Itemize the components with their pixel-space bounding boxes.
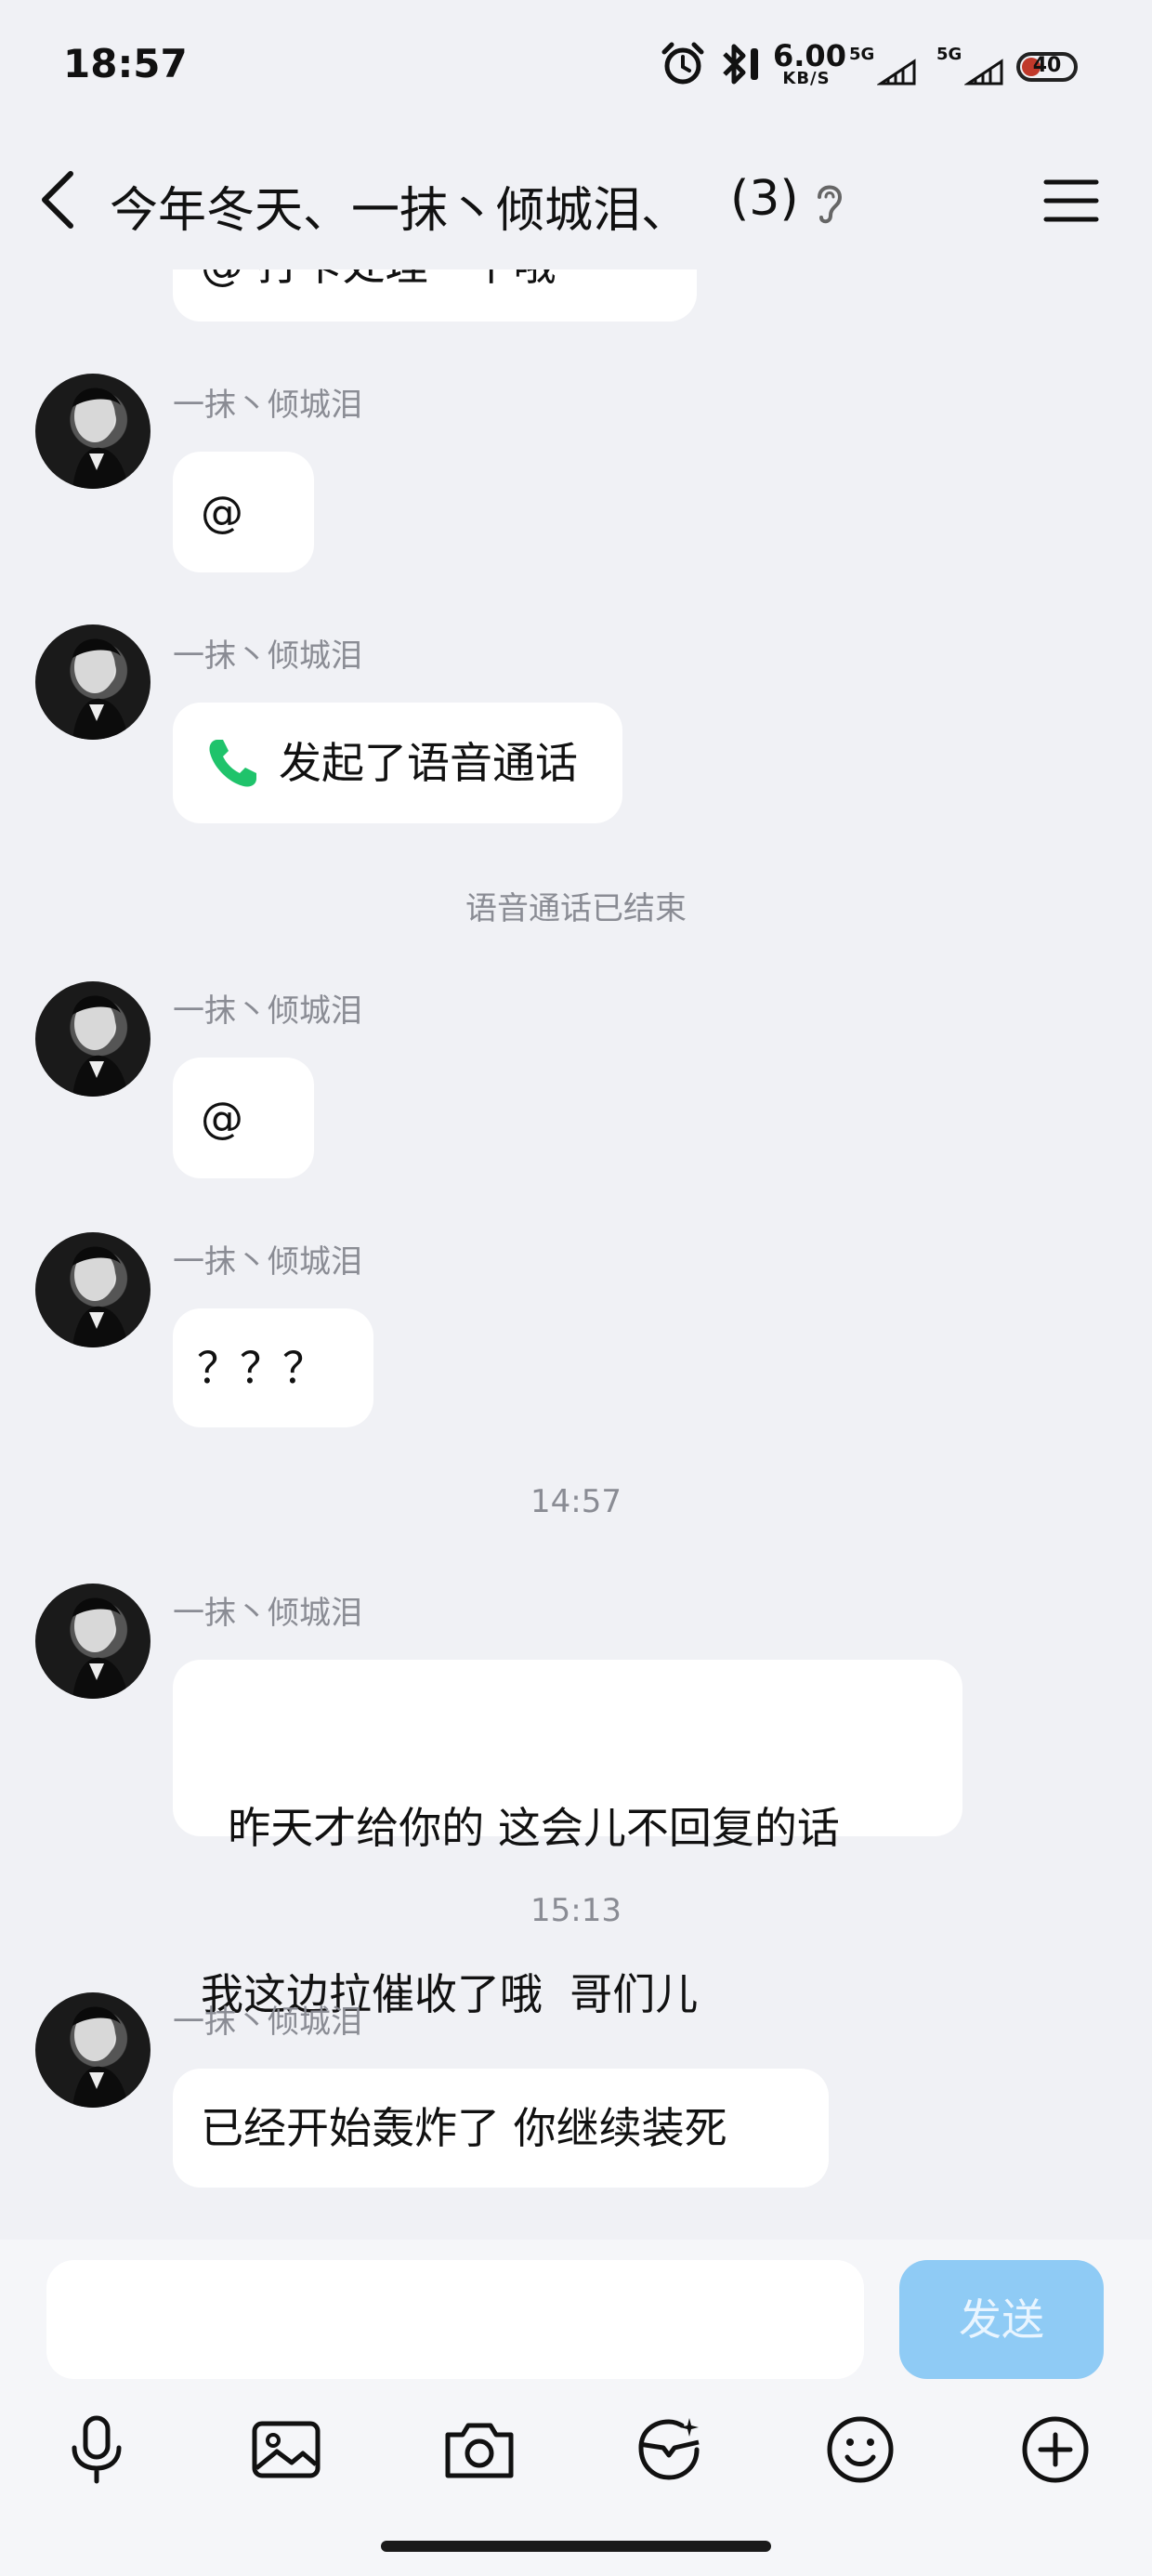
message-text: 已经开始轰炸了 你继续装死 — [201, 2103, 727, 2153]
message-bubble[interactable]: @ — [173, 452, 314, 572]
member-count: (3) — [730, 171, 799, 227]
message-text: @ — [201, 487, 243, 537]
status-bar: 18:57 6.00 KB/S 5G 5G 40 — [0, 0, 1152, 130]
bluetooth-icon — [723, 44, 758, 85]
sender-name: 一抹丶倾城泪 — [173, 992, 362, 1030]
message-text-line: 昨天才给你的 这会儿不回复的话 — [201, 1802, 840, 1853]
avatar[interactable] — [35, 374, 151, 489]
message-bubble[interactable]: 已经开始轰炸了 你继续装死 — [173, 2069, 829, 2188]
status-time: 18:57 — [63, 41, 188, 86]
home-indicator[interactable] — [381, 2541, 771, 2552]
battery-icon: 40 — [1016, 52, 1078, 82]
signal1-label: 5G — [849, 45, 875, 64]
phone-icon — [209, 740, 256, 787]
sender-name: 一抹丶倾城泪 — [173, 637, 362, 675]
camera-icon[interactable] — [442, 2412, 517, 2487]
message-bubble-clipped[interactable]: @ 打卡处理一下哦 — [173, 269, 697, 322]
signal2-label: 5G — [936, 45, 962, 64]
emoji-icon[interactable] — [823, 2412, 897, 2487]
avatar[interactable] — [35, 624, 151, 740]
avatar[interactable] — [35, 1584, 151, 1699]
battery-level: 40 — [1032, 54, 1062, 77]
voice-call-bubble[interactable]: 发起了语音通话 — [173, 703, 622, 823]
message-input[interactable] — [46, 2260, 864, 2379]
avatar[interactable] — [35, 1232, 151, 1347]
sticker-icon[interactable] — [632, 2412, 706, 2487]
message-bubble[interactable]: @ — [173, 1058, 314, 1178]
menu-icon[interactable] — [1041, 175, 1102, 227]
message-text: ？？？ — [197, 1343, 325, 1393]
message-list[interactable]: @ 打卡处理一下哦 一抹丶倾城泪 @ 一抹丶倾城泪 发起了语音通话 语音通话已结… — [0, 269, 1152, 2240]
timestamp: 15:13 — [530, 1892, 622, 1929]
chat-title[interactable]: 今年冬天、一抹丶倾城泪、 — [110, 171, 689, 241]
plus-icon[interactable] — [1018, 2412, 1093, 2487]
signal-icon — [877, 59, 916, 85]
system-notice: 语音通话已结束 — [465, 890, 687, 927]
sender-name: 一抹丶倾城泪 — [173, 2004, 362, 2041]
network-speed: 6.00 KB/S — [773, 38, 846, 88]
ear-icon[interactable] — [810, 178, 847, 227]
image-icon[interactable] — [249, 2412, 323, 2487]
signal-icon — [964, 59, 1003, 85]
timestamp: 14:57 — [530, 1483, 622, 1520]
send-button[interactable]: 发送 — [899, 2260, 1104, 2379]
network-speed-unit: KB/S — [782, 69, 831, 88]
message-text: 发起了语音通话 — [279, 738, 578, 788]
avatar[interactable] — [35, 1992, 151, 2108]
message-bubble[interactable]: 昨天才给你的 这会儿不回复的话 我这边拉催收了哦 哥们儿 — [173, 1660, 962, 2019]
sender-name: 一抹丶倾城泪 — [173, 1595, 362, 1632]
alarm-icon — [661, 42, 704, 85]
sender-name: 一抹丶倾城泪 — [173, 1243, 362, 1281]
message-text: @ — [201, 1093, 243, 1143]
microphone-icon[interactable] — [59, 2412, 134, 2487]
avatar[interactable] — [35, 981, 151, 1097]
message-bubble[interactable]: ？？？ — [173, 1308, 373, 1427]
network-speed-value: 6.00 — [773, 38, 846, 73]
message-text: @ 打卡处理一下哦 — [201, 269, 556, 290]
back-icon[interactable] — [28, 163, 93, 237]
sender-name: 一抹丶倾城泪 — [173, 387, 362, 424]
